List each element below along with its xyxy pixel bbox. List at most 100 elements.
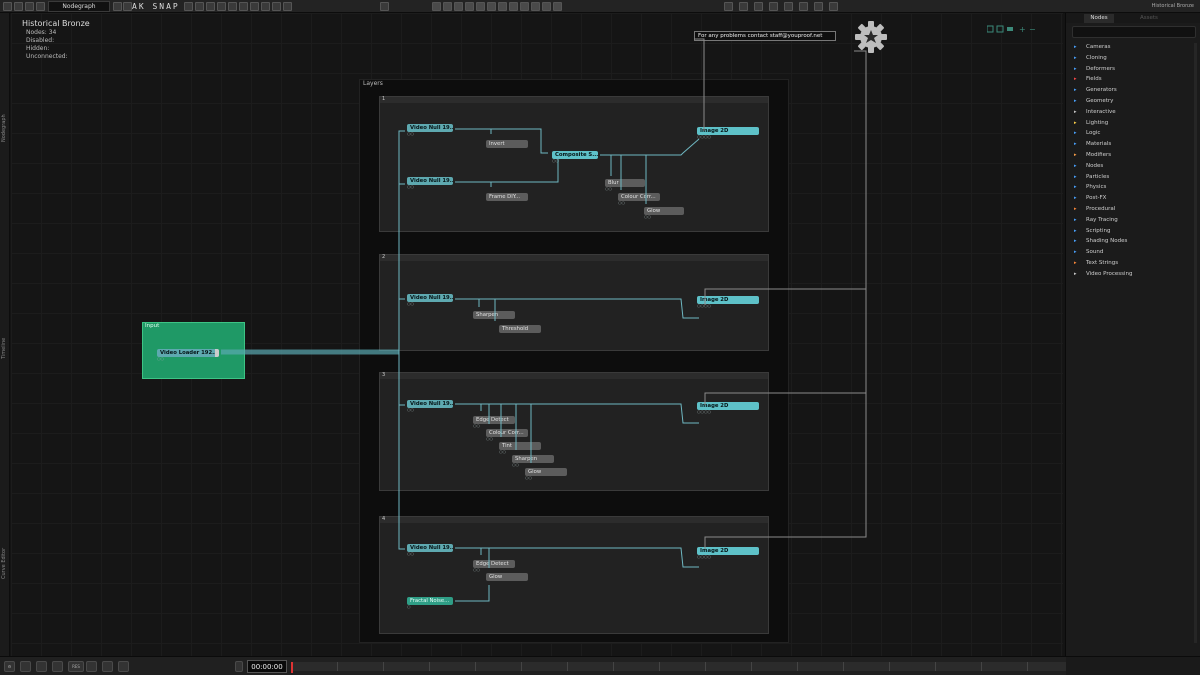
video-null-node[interactable]: Video Null 19... ○○ xyxy=(407,544,453,556)
tab-assets[interactable]: Assets xyxy=(1140,14,1158,23)
category-item[interactable]: Cameras xyxy=(1072,42,1197,53)
link-icon[interactable] xyxy=(184,2,193,11)
output-icon[interactable] xyxy=(454,2,463,11)
group-icon[interactable] xyxy=(261,2,270,11)
capture-icon[interactable] xyxy=(520,2,529,11)
layer-2[interactable]: 2 Video Null 19... ○○ Sharpen Threshold I… xyxy=(379,254,769,351)
list-icon[interactable] xyxy=(123,2,132,11)
zoom-icon[interactable] xyxy=(228,2,237,11)
category-item[interactable]: Post-FX xyxy=(1072,193,1197,204)
camera-icon[interactable] xyxy=(465,2,474,11)
move-icon[interactable] xyxy=(217,2,226,11)
glow-node[interactable]: Glow ○○ xyxy=(644,207,684,219)
timeline-track[interactable] xyxy=(291,662,1066,671)
tab-curve-editor-vertical[interactable]: Curve Editor xyxy=(1,538,9,588)
image-2d-node[interactable]: Image 2D ○○○○ xyxy=(697,127,759,139)
category-item[interactable]: Cloning xyxy=(1072,53,1197,64)
category-item[interactable]: Ray Tracing xyxy=(1072,215,1197,226)
input-group[interactable]: Input Video Loader 192... ○○ xyxy=(142,322,245,379)
frame-diy-node[interactable]: Frame DIY... xyxy=(486,193,528,201)
category-item[interactable]: Lighting xyxy=(1072,118,1197,129)
view-controls[interactable]: + − xyxy=(987,25,1037,33)
image-2d-node[interactable]: Image 2D ○○○○ xyxy=(697,547,759,559)
output-icon[interactable] xyxy=(102,661,113,672)
sharpen-node[interactable]: Sharpen ○○ xyxy=(512,455,554,467)
edge-detect-node[interactable]: Edge Detect ○○ xyxy=(473,416,515,428)
category-item[interactable]: Procedural xyxy=(1072,204,1197,215)
align-icon[interactable] xyxy=(250,2,259,11)
glow-node[interactable]: Glow ○○ xyxy=(525,468,567,480)
category-item[interactable]: Text Strings xyxy=(1072,258,1197,269)
play-icon[interactable] xyxy=(754,2,763,11)
invert-node[interactable]: Invert xyxy=(486,140,528,148)
stop-icon[interactable] xyxy=(814,2,823,11)
save-icon[interactable] xyxy=(25,2,34,11)
record-icon[interactable] xyxy=(531,2,540,11)
volume-icon[interactable] xyxy=(829,2,838,11)
layout-icon[interactable] xyxy=(283,2,292,11)
category-item[interactable]: Geometry xyxy=(1072,96,1197,107)
glow-node[interactable]: Glow xyxy=(486,573,528,581)
nodegraph-canvas[interactable]: Historical Bronze Nodes: 34 Disabled: Hi… xyxy=(11,13,1063,656)
grid-icon[interactable] xyxy=(113,2,122,11)
category-item[interactable]: Fields xyxy=(1072,74,1197,85)
output-port[interactable] xyxy=(215,349,219,357)
layers-group[interactable]: Layers 1 Video Null 19... ○○ Invert Video… xyxy=(359,79,789,643)
menu-icon[interactable] xyxy=(3,2,12,11)
timecode-display[interactable]: 00:00:00 xyxy=(247,660,287,673)
sharpen-node[interactable]: Sharpen xyxy=(473,311,515,319)
light-icon[interactable] xyxy=(476,2,485,11)
search-input[interactable] xyxy=(1072,26,1196,38)
step-forward-icon[interactable] xyxy=(769,2,778,11)
preview-icon[interactable] xyxy=(86,661,97,672)
layer-4[interactable]: 4 Video Null 19... ○○ Edge Detect ○○ Glow … xyxy=(379,516,769,634)
image-2d-node[interactable]: Image 2D ○○○○ xyxy=(697,296,759,308)
tab-nodegraph-vertical[interactable]: Nodegraph xyxy=(1,108,9,148)
tab-nodes[interactable]: Nodes xyxy=(1084,14,1114,23)
snap-toggle[interactable]: AK SNAP xyxy=(132,1,180,12)
view-icon[interactable] xyxy=(432,2,441,11)
category-item[interactable]: Video Processing xyxy=(1072,269,1197,280)
camera-icon[interactable] xyxy=(20,661,31,672)
category-item[interactable]: Sound xyxy=(1072,247,1197,258)
playhead[interactable] xyxy=(291,662,293,673)
texture-icon[interactable] xyxy=(498,2,507,11)
tab-timeline-vertical[interactable]: Timeline xyxy=(1,328,9,368)
colour-correct-node[interactable]: Colour Corr... ○○ xyxy=(618,193,660,205)
category-item[interactable]: Shading Nodes xyxy=(1072,236,1197,247)
frame-icon[interactable] xyxy=(239,2,248,11)
refresh-icon[interactable] xyxy=(36,661,47,672)
tab-nodegraph[interactable]: Nodegraph xyxy=(48,1,110,12)
back-icon[interactable] xyxy=(52,661,63,672)
category-item[interactable]: Particles xyxy=(1072,172,1197,183)
category-item[interactable]: Materials xyxy=(1072,139,1197,150)
video-null-node[interactable]: Video Null 19... ○○ xyxy=(407,294,453,306)
settings-icon[interactable] xyxy=(380,2,389,11)
video-null-node[interactable]: Video Null 19... ○○ xyxy=(407,400,453,412)
audio-icon[interactable] xyxy=(509,2,518,11)
gear-icon[interactable] xyxy=(853,19,889,55)
colour-correct-node[interactable]: Colour Corr... ○○ xyxy=(486,429,528,441)
category-item[interactable]: Physics xyxy=(1072,182,1197,193)
scrollbar[interactable] xyxy=(1194,43,1197,643)
category-item[interactable]: Logic xyxy=(1072,128,1197,139)
composite-node[interactable]: Composite S... ○○ xyxy=(552,151,598,163)
loop-icon[interactable] xyxy=(799,2,808,11)
video-null-node[interactable]: Video Null 19... ○○ xyxy=(407,124,453,136)
mesh-icon[interactable] xyxy=(487,2,496,11)
threshold-node[interactable]: Threshold xyxy=(499,325,541,333)
file-icon[interactable] xyxy=(14,2,23,11)
select-icon[interactable] xyxy=(206,2,215,11)
video-null-node[interactable]: Video Null 19... ○○ xyxy=(407,177,453,189)
render-icon[interactable] xyxy=(443,2,452,11)
res-button[interactable]: RES xyxy=(68,661,84,672)
blur-node[interactable]: Blur ○○ xyxy=(605,179,645,191)
record-icon[interactable] xyxy=(118,661,129,672)
category-item[interactable]: Scripting xyxy=(1072,226,1197,237)
fractal-noise-node[interactable]: Fractal Noise... ○ xyxy=(407,597,453,609)
category-item[interactable]: Modifiers xyxy=(1072,150,1197,161)
marker-icon[interactable] xyxy=(235,661,243,672)
layer-1[interactable]: 1 Video Null 19... ○○ Invert Video Null 1… xyxy=(379,96,769,232)
skip-forward-icon[interactable] xyxy=(784,2,793,11)
category-item[interactable]: Interactive xyxy=(1072,107,1197,118)
